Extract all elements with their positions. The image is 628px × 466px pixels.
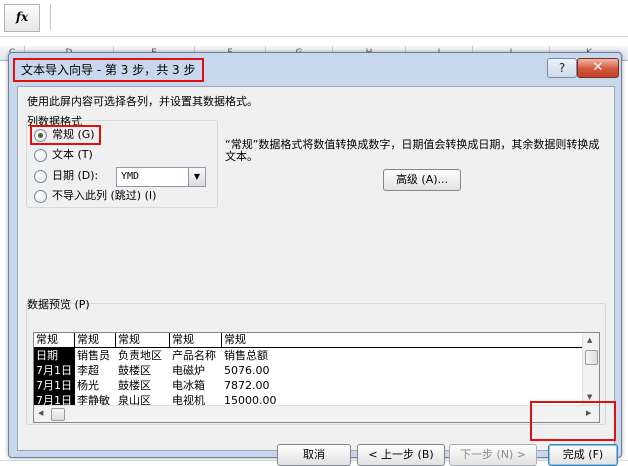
- preview-vertical-scrollbar[interactable]: ▲ ▼: [582, 333, 599, 406]
- horizontal-scroll-thumb[interactable]: [51, 408, 65, 421]
- radio-icon: [34, 148, 47, 162]
- instruction-text: 使用此屏内容可选择各列，并设置其数据格式。: [27, 95, 258, 108]
- format-description: “常规”数据格式将数值转换成数字，日期值会转换成日期，其余数据则转换成文本。: [225, 138, 600, 163]
- formula-bar-separator: [50, 4, 51, 30]
- cancel-button[interactable]: 取消: [277, 444, 351, 466]
- radio-date-label: 日期 (D):: [52, 169, 99, 182]
- preview-cell[interactable]: 销售员: [75, 348, 116, 363]
- scroll-up-icon[interactable]: ▲: [587, 336, 592, 344]
- formula-bar: fx: [0, 0, 628, 37]
- preview-cell-selected[interactable]: 日期: [34, 348, 75, 363]
- radio-text-label: 文本 (T): [52, 148, 93, 161]
- preview-cell[interactable]: 鼓楼区: [116, 363, 170, 378]
- dialog-body: 使用此屏内容可选择各列，并设置其数据格式。 列数据格式 常规 (G) 文本 (T…: [17, 86, 618, 466]
- table-row: 7月1日 杨光 鼓楼区 电冰箱 7872.00: [34, 378, 583, 393]
- preview-cell[interactable]: 销售总额: [222, 348, 342, 363]
- scroll-down-icon[interactable]: ▼: [587, 393, 592, 401]
- preview-cell[interactable]: 李超: [75, 363, 116, 378]
- back-button[interactable]: < 上一步 (B): [357, 444, 445, 466]
- table-row: 7月1日 李超 鼓楼区 电磁炉 5076.00: [34, 363, 583, 378]
- data-preview-grid[interactable]: 常规 常规 常规 常规 常规 日期 销售员 负责地区 产品名称 销售总额 7月1…: [33, 332, 600, 423]
- radio-skip[interactable]: 不导入此列 (跳过) (I): [34, 188, 156, 204]
- preview-column-header[interactable]: 常规: [75, 333, 116, 347]
- radio-text[interactable]: 文本 (T): [34, 147, 93, 163]
- text-import-wizard-dialog: 文本导入向导 - 第 3 步，共 3 步 ? ✕ 使用此屏内容可选择各列，并设置…: [8, 52, 622, 466]
- preview-cell-selected[interactable]: 7月1日: [34, 363, 75, 378]
- preview-cell[interactable]: 7872.00: [222, 378, 342, 393]
- preview-cell[interactable]: 产品名称: [170, 348, 222, 363]
- finish-button[interactable]: 完成 (F): [548, 444, 618, 466]
- radio-general-label: 常规 (G): [52, 128, 95, 141]
- radio-selected-icon: [34, 128, 47, 142]
- preview-cell-selected[interactable]: 7月1日: [34, 378, 75, 393]
- chevron-down-icon[interactable]: ▼: [188, 168, 205, 186]
- close-button[interactable]: ✕: [577, 58, 619, 78]
- general-highlight: 常规 (G): [30, 125, 101, 145]
- preview-cell[interactable]: 杨光: [75, 378, 116, 393]
- preview-column-header[interactable]: 常规: [222, 333, 583, 347]
- scroll-left-icon[interactable]: ◀: [38, 409, 43, 417]
- preview-cell[interactable]: 电冰箱: [170, 378, 222, 393]
- preview-column-header[interactable]: 常规: [116, 333, 170, 347]
- table-row: 日期 销售员 负责地区 产品名称 销售总额: [34, 348, 583, 363]
- radio-general[interactable]: 常规 (G): [30, 125, 101, 145]
- preview-cell[interactable]: 鼓楼区: [116, 378, 170, 393]
- preview-horizontal-scrollbar[interactable]: ◀ ▶: [34, 405, 599, 422]
- advanced-button[interactable]: 高级 (A)...: [383, 169, 461, 191]
- date-format-value: YMD: [121, 171, 140, 182]
- radio-icon: [34, 189, 47, 203]
- date-format-select[interactable]: YMD ▼: [116, 167, 206, 187]
- preview-header-row: 常规 常规 常规 常规 常规: [34, 333, 583, 348]
- dialog-title: 文本导入向导 - 第 3 步，共 3 步: [13, 58, 204, 82]
- help-button[interactable]: ?: [547, 58, 577, 78]
- radio-skip-label: 不导入此列 (跳过) (I): [52, 189, 157, 202]
- vertical-scroll-thumb[interactable]: [585, 350, 598, 365]
- radio-date[interactable]: 日期 (D):: [34, 168, 98, 184]
- radio-icon: [34, 169, 47, 183]
- preview-column-header[interactable]: 常规: [34, 333, 75, 347]
- finish-highlight: [530, 401, 616, 441]
- preview-cell[interactable]: 5076.00: [222, 363, 342, 378]
- preview-cell[interactable]: 电磁炉: [170, 363, 222, 378]
- preview-cell[interactable]: 负责地区: [116, 348, 170, 363]
- next-button[interactable]: 下一步 (N) >: [449, 444, 537, 466]
- dialog-titlebar[interactable]: 文本导入向导 - 第 3 步，共 3 步 ? ✕: [9, 53, 621, 83]
- insert-function-button[interactable]: fx: [4, 4, 40, 32]
- data-preview-title: 数据预览 (P): [27, 298, 90, 311]
- preview-column-header[interactable]: 常规: [170, 333, 222, 347]
